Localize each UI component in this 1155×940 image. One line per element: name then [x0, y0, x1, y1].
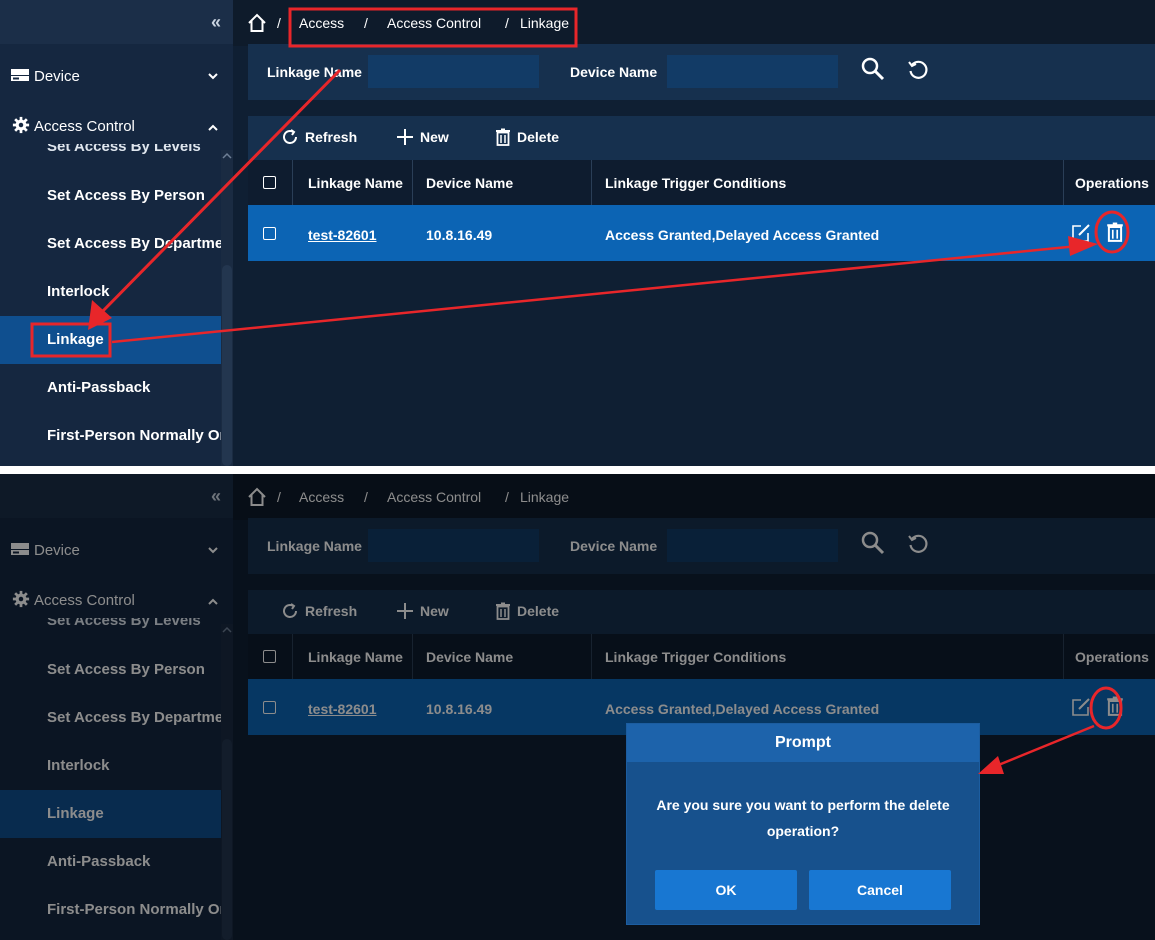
nav-item-anti-passback[interactable]: Anti-Passback	[0, 364, 221, 412]
sidebar-scrollbar[interactable]	[221, 150, 233, 466]
chevron-down-icon	[208, 73, 218, 80]
nav-item-set-access-by-person[interactable]: Set Access By Person	[0, 172, 221, 220]
nav-group-access-control-label: Access Control	[34, 118, 135, 135]
nav-item-label: Linkage	[47, 331, 104, 348]
filter-bar: Linkage Name Device Name	[248, 44, 1155, 100]
chevron-up-icon	[208, 124, 218, 131]
device-name-label: Device Name	[570, 64, 658, 80]
nav-item-label: Set Access By Person	[47, 187, 205, 204]
linkage-name-label: Linkage Name	[267, 64, 362, 80]
nav-item-label: First-Person Normally Oı	[47, 427, 224, 444]
device-name-cell: 10.8.16.49	[426, 227, 493, 243]
search-icon[interactable]	[860, 56, 886, 82]
column-divider	[1063, 160, 1064, 205]
cancel-button[interactable]: Cancel	[809, 870, 951, 910]
breadcrumb-separator: /	[364, 15, 368, 31]
nav-item-label: Interlock	[47, 283, 110, 300]
column-divider	[412, 160, 413, 205]
nav-item-first-person-normally-open[interactable]: First-Person Normally Oı	[0, 412, 224, 460]
column-divider	[292, 160, 293, 205]
nav-item-set-access-by-department[interactable]: Set Access By Departme	[0, 220, 224, 268]
new-label: New	[420, 129, 449, 145]
dialog-message: Are you sure you want to perform the del…	[656, 797, 950, 839]
scroll-up-arrow-icon[interactable]	[222, 152, 232, 160]
plus-icon	[397, 129, 413, 145]
sidebar-collapse-button[interactable]: «	[0, 0, 233, 44]
trash-icon	[496, 128, 510, 146]
confirm-delete-dialog: Prompt Are you sure you want to perform …	[627, 724, 979, 924]
nav-item-label: Anti-Passback	[47, 379, 151, 396]
breadcrumb-access[interactable]: Access	[299, 15, 344, 31]
scrollbar-thumb[interactable]	[222, 265, 232, 466]
select-all-checkbox[interactable]	[263, 176, 276, 189]
nav-item-set-access-by-levels[interactable]: Set Access By Levels	[47, 144, 201, 156]
header-trigger-conditions[interactable]: Linkage Trigger Conditions	[605, 175, 786, 191]
header-operations: Operations	[1075, 175, 1149, 191]
nav-item-label: Set Access By Departme	[47, 235, 224, 252]
home-icon[interactable]	[247, 13, 267, 33]
gear-icon	[12, 116, 30, 134]
linkage-name-input[interactable]	[368, 55, 539, 88]
refresh-label: Refresh	[305, 129, 358, 145]
breadcrumb-linkage: Linkage	[520, 15, 570, 31]
trigger-conditions-cell: Access Granted,Delayed Access Granted	[605, 227, 880, 243]
header-linkage-name[interactable]: Linkage Name	[308, 175, 403, 191]
screenshot-step-2: « Device Access Control Set Access By Le…	[0, 474, 1155, 940]
ok-button[interactable]: OK	[655, 870, 797, 910]
breadcrumb-separator: /	[277, 15, 281, 31]
breadcrumb: / Access / Access Control / Linkage	[233, 0, 1155, 46]
linkage-name-link[interactable]: test-82601	[308, 227, 377, 243]
delete-label: Delete	[517, 129, 560, 145]
nav-group-device-label: Device	[34, 68, 80, 85]
breadcrumb-access-control[interactable]: Access Control	[387, 15, 481, 31]
table-row[interactable]: test-82601 10.8.16.49 Access Granted,Del…	[248, 205, 1155, 261]
screenshot-step-1: « Device Access Control Set Access By Le…	[0, 0, 1155, 466]
nav-item-linkage[interactable]: Linkage	[0, 316, 221, 364]
sidebar: « Device Access Control Set Access By Le…	[0, 0, 233, 466]
device-icon	[11, 69, 29, 81]
toolbar: Refresh New Delete	[248, 116, 1155, 160]
nav-group-device[interactable]: Device	[0, 51, 233, 101]
column-divider	[591, 160, 592, 205]
refresh-icon	[283, 129, 297, 144]
breadcrumb-separator: /	[505, 15, 509, 31]
row-checkbox[interactable]	[263, 227, 276, 240]
table-header: Linkage Name Device Name Linkage Trigger…	[248, 160, 1155, 205]
header-device-name[interactable]: Device Name	[426, 175, 513, 191]
double-chevron-left-icon[interactable]: «	[211, 12, 221, 33]
dialog-title: Prompt	[627, 724, 979, 762]
new-button[interactable]: New	[396, 128, 449, 146]
edit-icon[interactable]	[1071, 223, 1091, 243]
modal-backdrop	[0, 474, 1155, 940]
device-name-input[interactable]	[667, 55, 838, 88]
delete-row-icon[interactable]	[1106, 222, 1124, 242]
delete-button[interactable]: Delete	[495, 128, 559, 146]
main-content: / Access / Access Control / Linkage Link…	[233, 0, 1155, 466]
reset-icon[interactable]	[906, 57, 930, 81]
nav-item-interlock[interactable]: Interlock	[0, 268, 221, 316]
refresh-button[interactable]: Refresh	[281, 128, 357, 146]
